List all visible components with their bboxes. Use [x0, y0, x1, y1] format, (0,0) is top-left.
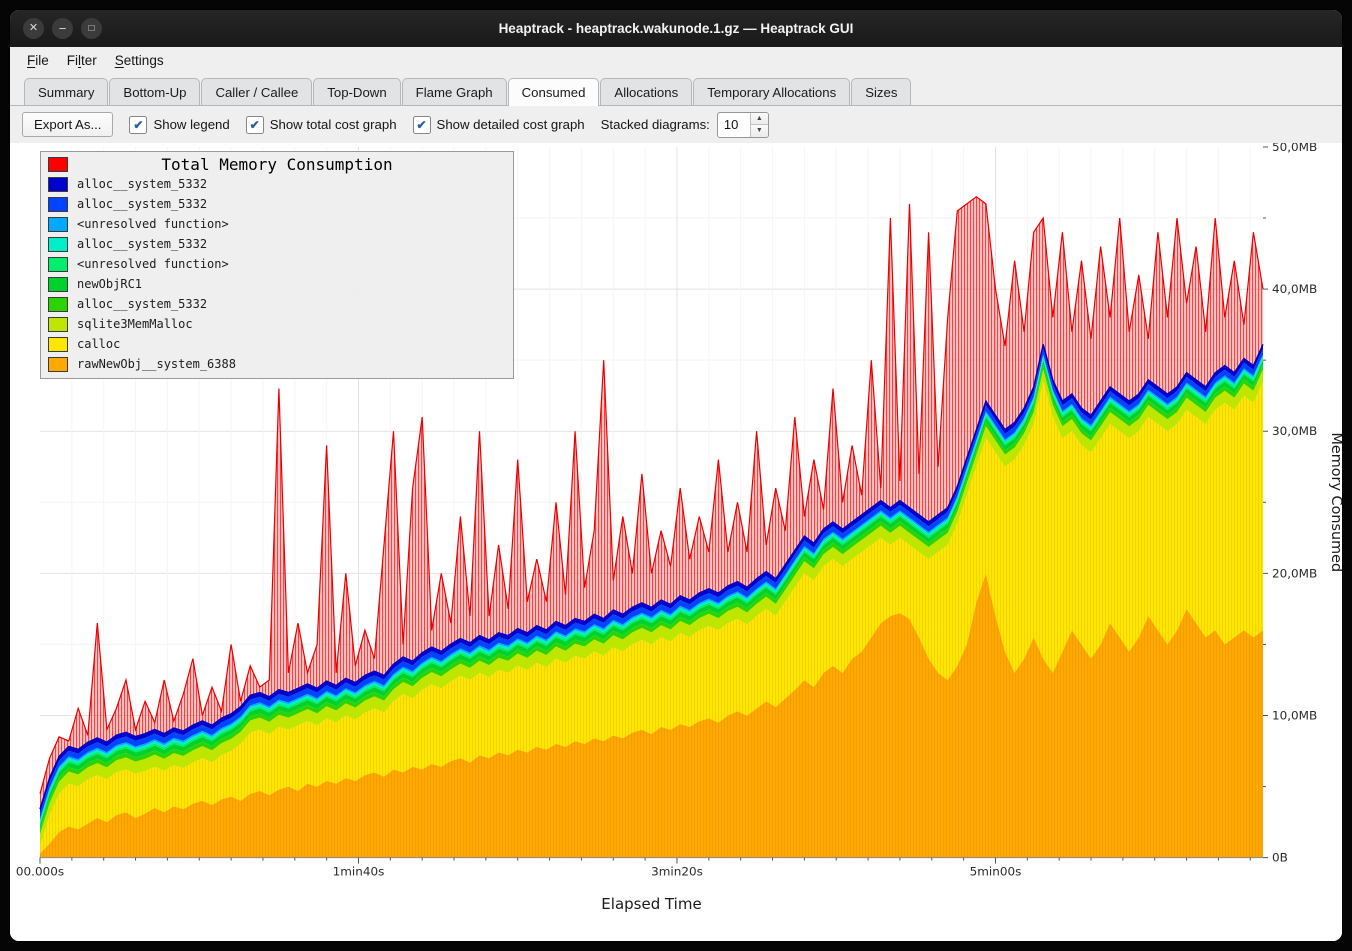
x-tick-label: 3min20s	[651, 865, 703, 879]
legend-item-label: alloc__system_5332	[77, 177, 207, 191]
window-controls: ✕ − □	[23, 10, 102, 47]
close-icon[interactable]: ✕	[23, 18, 44, 39]
x-tick-label: 1min40s	[333, 865, 385, 879]
chart-legend: Total Memory Consumption alloc__system_53…	[40, 151, 514, 379]
checkbox-label: Show legend	[153, 117, 229, 132]
tab-temporary-allocations[interactable]: Temporary Allocations	[693, 78, 850, 105]
legend-item: <unresolved function>	[41, 254, 513, 274]
export-as-button[interactable]: Export As...	[22, 112, 113, 137]
menu-settings[interactable]: Settings	[106, 49, 173, 72]
checkbox-show-legend[interactable]: ✔ Show legend	[129, 116, 229, 134]
menubar: FileFilterSettings	[10, 47, 1342, 74]
legend-color-swatch	[48, 317, 68, 332]
legend-item-label: alloc__system_5332	[77, 297, 207, 311]
x-tick-label: 00.000s	[16, 865, 64, 879]
heaptrack-window: ✕ − □ Heaptrack - heaptrack.wakunode.1.g…	[9, 9, 1343, 942]
chart-pane: 00.000s 1min40s 3min20s 5min00s 0B 10,0MB 20,0…	[10, 143, 1342, 941]
checkbox-label: Show detailed cost graph	[437, 117, 585, 132]
y-tick-label: 0B	[1272, 851, 1288, 865]
legend-item-label: <unresolved function>	[77, 257, 229, 271]
legend-item-label: newObjRC1	[77, 277, 142, 291]
spin-buttons: ▲ ▼	[750, 113, 768, 137]
stacked-diagrams-spinbox[interactable]: 10 ▲ ▼	[717, 112, 769, 138]
tab-allocations[interactable]: Allocations	[600, 78, 692, 105]
checkbox-box-icon[interactable]: ✔	[129, 116, 147, 134]
spin-up-icon[interactable]: ▲	[751, 113, 768, 125]
legend-color-swatch	[48, 217, 68, 232]
y-tick-label: 50,0MB	[1272, 143, 1317, 154]
x-axis-title: Elapsed Time	[601, 895, 701, 913]
y-tick-label: 40,0MB	[1272, 282, 1317, 296]
tab-bar: SummaryBottom-UpCaller / CalleeTop-DownF…	[10, 74, 1342, 106]
legend-item-label: calloc	[77, 337, 120, 351]
legend-color-swatch	[48, 197, 68, 212]
tab-sizes[interactable]: Sizes	[851, 78, 911, 105]
tab-summary[interactable]: Summary	[24, 78, 108, 105]
legend-item: rawNewObj__system_6388	[41, 354, 513, 374]
legend-item: alloc__system_5332	[41, 174, 513, 194]
titlebar[interactable]: ✕ − □ Heaptrack - heaptrack.wakunode.1.g…	[10, 10, 1342, 47]
legend-item: <unresolved function>	[41, 214, 513, 234]
checkbox-box-icon[interactable]: ✔	[413, 116, 431, 134]
tab-caller-callee[interactable]: Caller / Callee	[201, 78, 312, 105]
menu-file[interactable]: File	[18, 49, 58, 72]
window-title: Heaptrack - heaptrack.wakunode.1.gz — He…	[499, 21, 854, 36]
toolbar: Export As... ✔ Show legend ✔ Show total cos…	[10, 106, 1342, 143]
legend-color-swatch	[48, 337, 68, 352]
legend-color-swatch	[48, 357, 68, 372]
legend-item-label: alloc__system_5332	[77, 237, 207, 251]
legend-item-label: <unresolved function>	[77, 217, 229, 231]
stacked-diagrams-label: Stacked diagrams:	[601, 117, 710, 132]
checkbox-show-detailed-cost-graph[interactable]: ✔ Show detailed cost graph	[413, 116, 585, 134]
x-tick-label: 5min00s	[970, 865, 1022, 879]
legend-color-swatch	[48, 257, 68, 272]
stacked-diagrams-value[interactable]: 10	[718, 113, 750, 137]
maximize-icon[interactable]: □	[81, 18, 102, 39]
tab-bottom-up[interactable]: Bottom-Up	[109, 78, 200, 105]
stacked-diagrams-control: Stacked diagrams: 10 ▲ ▼	[601, 112, 769, 138]
legend-title-row: Total Memory Consumption	[41, 154, 513, 174]
legend-item: alloc__system_5332	[41, 194, 513, 214]
legend-item: calloc	[41, 334, 513, 354]
legend-color-swatch	[48, 297, 68, 312]
y-tick-label: 30,0MB	[1272, 424, 1317, 438]
legend-item: newObjRC1	[41, 274, 513, 294]
spin-down-icon[interactable]: ▼	[751, 124, 768, 137]
legend-item: alloc__system_5332	[41, 294, 513, 314]
y-tick-label: 10,0MB	[1272, 709, 1317, 723]
legend-color-swatch	[48, 277, 68, 292]
checkbox-group: ✔ Show legend ✔ Show total cost graph ✔ Show …	[129, 116, 584, 134]
checkbox-label: Show total cost graph	[270, 117, 397, 132]
legend-title: Total Memory Consumption	[161, 155, 392, 174]
legend-item-label: alloc__system_5332	[77, 197, 207, 211]
legend-item-label: sqlite3MemMalloc	[77, 317, 193, 331]
legend-item: alloc__system_5332	[41, 234, 513, 254]
tab-flame-graph[interactable]: Flame Graph	[402, 78, 507, 105]
minimize-icon[interactable]: −	[52, 18, 73, 39]
tab-top-down[interactable]: Top-Down	[313, 78, 400, 105]
legend-color-swatch	[48, 237, 68, 252]
legend-color-swatch	[48, 157, 68, 172]
checkbox-show-total-cost-graph[interactable]: ✔ Show total cost graph	[246, 116, 397, 134]
legend-item: sqlite3MemMalloc	[41, 314, 513, 334]
legend-item-label: rawNewObj__system_6388	[77, 357, 236, 371]
legend-color-swatch	[48, 177, 68, 192]
y-tick-label: 20,0MB	[1272, 566, 1317, 580]
y-axis-title: Memory Consumed	[1328, 432, 1342, 572]
checkbox-box-icon[interactable]: ✔	[246, 116, 264, 134]
menu-filter[interactable]: Filter	[58, 49, 106, 72]
tab-consumed[interactable]: Consumed	[508, 78, 600, 106]
